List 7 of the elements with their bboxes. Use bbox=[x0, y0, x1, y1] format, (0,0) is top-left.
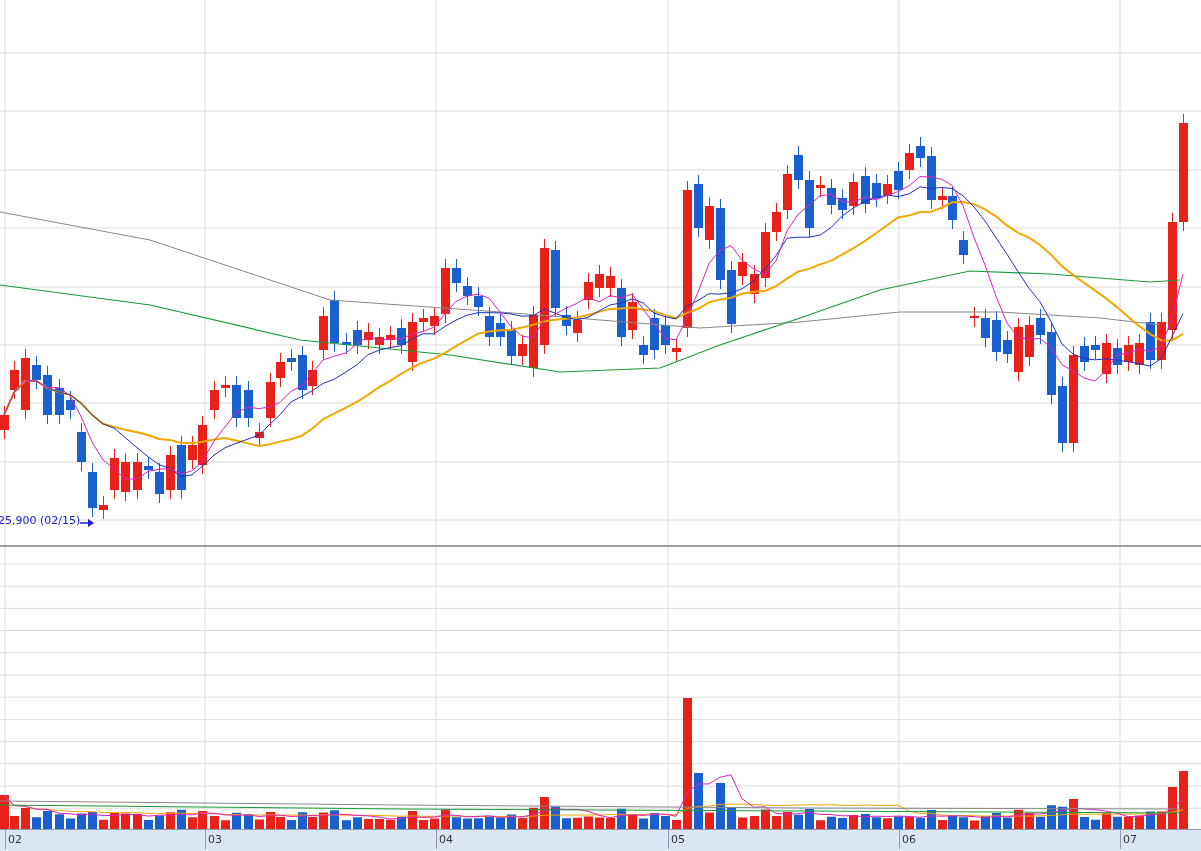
arrow-icon bbox=[79, 519, 94, 527]
axis-label: 03 bbox=[205, 830, 222, 849]
axis-label: 05 bbox=[668, 830, 685, 849]
axis-label: 02 bbox=[5, 830, 22, 849]
axis-label: 07 bbox=[1120, 830, 1137, 849]
axis-label: 04 bbox=[436, 830, 453, 849]
axis-label: 06 bbox=[899, 830, 916, 849]
